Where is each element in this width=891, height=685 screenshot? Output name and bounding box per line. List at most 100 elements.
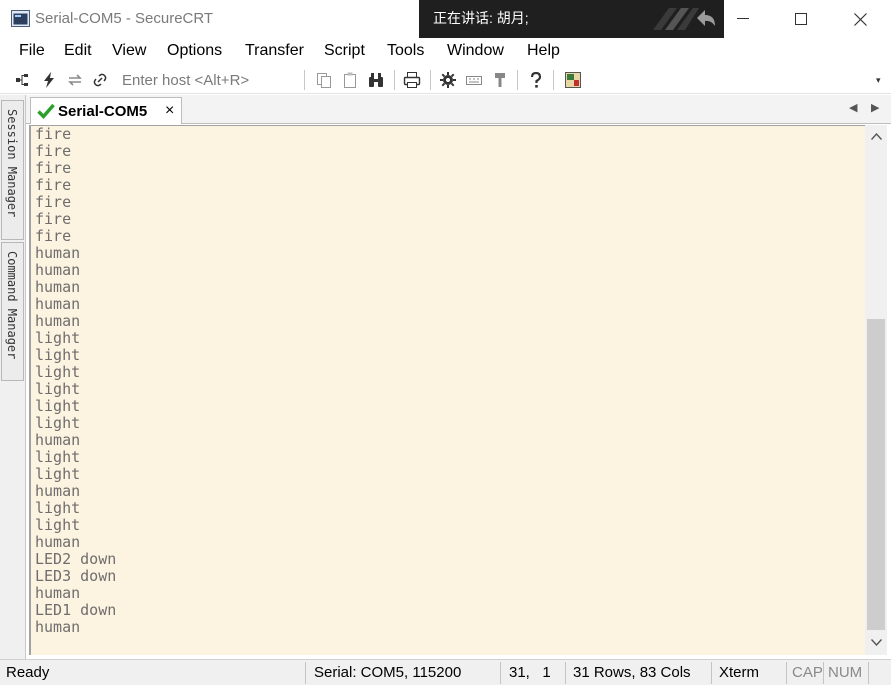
- status-num-lock: NUM: [828, 664, 863, 681]
- terminal-lines: fire fire fire fire fire fire fire human human hu…: [35, 126, 116, 636]
- reconnect-icon[interactable]: [66, 71, 84, 89]
- tab-close-button[interactable]: ×: [165, 102, 174, 120]
- securefx-icon[interactable]: [564, 71, 582, 89]
- connected-check-icon: [37, 103, 55, 119]
- vertical-scrollbar[interactable]: [865, 125, 887, 655]
- session-manager-label: Session Manager: [5, 109, 19, 218]
- tab-scroll-left-icon[interactable]: ◀: [849, 101, 857, 114]
- terminal-line: light: [35, 397, 81, 415]
- keymap-keyboard-icon[interactable]: [465, 71, 483, 89]
- menu-view[interactable]: View: [112, 42, 146, 60]
- title-bar: Serial-COM5 - SecureCRT 正在讲话: 胡月;: [0, 0, 891, 38]
- connect-tree-icon[interactable]: [14, 71, 32, 89]
- terminal-line: LED1 down: [35, 601, 117, 619]
- terminal-line: human: [35, 584, 81, 602]
- terminal-line: human: [35, 618, 81, 636]
- status-caps-lock: CAP: [792, 664, 823, 681]
- toolbar-divider: [517, 70, 518, 90]
- menu-window[interactable]: Window: [447, 42, 504, 60]
- terminal-line: fire: [35, 125, 72, 143]
- close-icon: [853, 12, 867, 26]
- status-divider: [500, 662, 501, 684]
- menu-transfer[interactable]: Transfer: [245, 42, 304, 60]
- session-manager-tab[interactable]: Session Manager: [1, 100, 24, 240]
- terminal-line: light: [35, 516, 81, 534]
- terminal-line: human: [35, 312, 81, 330]
- maximize-icon: [795, 13, 807, 25]
- terminal-line: light: [35, 329, 81, 347]
- status-connection: Serial: COM5, 115200: [314, 664, 462, 681]
- enter-host-input[interactable]: [116, 69, 300, 91]
- tab-label: Serial-COM5: [58, 103, 148, 120]
- status-divider: [711, 662, 712, 684]
- terminal-line: human: [35, 533, 81, 551]
- scrollbar-thumb[interactable]: [867, 319, 885, 630]
- chevron-down-icon: [870, 638, 882, 646]
- menu-tools[interactable]: Tools: [387, 42, 424, 60]
- menu-file[interactable]: File: [19, 42, 45, 60]
- status-divider: [786, 662, 787, 684]
- paste-icon[interactable]: [341, 71, 359, 89]
- menu-script[interactable]: Script: [324, 42, 365, 60]
- minimize-button[interactable]: [714, 0, 772, 38]
- status-divider: [565, 662, 566, 684]
- close-window-button[interactable]: [831, 0, 889, 38]
- terminal-line: fire: [35, 159, 72, 177]
- menu-options[interactable]: Options: [167, 42, 222, 60]
- toolbar-divider: [394, 70, 395, 90]
- terminal-line: light: [35, 465, 81, 483]
- toolbar-divider: [553, 70, 554, 90]
- tab-serial-com5[interactable]: Serial-COM5 ×: [30, 97, 182, 124]
- maximize-button[interactable]: [772, 0, 830, 38]
- minimize-icon: [737, 18, 749, 19]
- command-manager-tab[interactable]: Command Manager: [1, 242, 24, 381]
- status-divider: [868, 662, 869, 684]
- terminal-line: human: [35, 244, 81, 262]
- terminal-line: fire: [35, 176, 72, 194]
- terminal-line: human: [35, 431, 81, 449]
- command-manager-label: Command Manager: [5, 251, 19, 360]
- status-ready: Ready: [6, 664, 50, 681]
- link-icon[interactable]: [91, 71, 109, 89]
- terminal-line: light: [35, 499, 81, 517]
- copy-icon[interactable]: [315, 71, 333, 89]
- toolbar-divider: [430, 70, 431, 90]
- terminal-line: LED3 down: [35, 567, 117, 585]
- quick-connect-lightning-icon[interactable]: [40, 71, 58, 89]
- sftp-stamp-icon[interactable]: [491, 71, 509, 89]
- status-divider: [823, 662, 824, 684]
- status-cursor-position: 31, 1: [509, 664, 551, 681]
- settings-gear-icon[interactable]: [439, 71, 457, 89]
- terminal-line: human: [35, 295, 81, 313]
- speaking-text: 正在讲话: 胡月;: [433, 10, 529, 26]
- window-title: Serial-COM5 - SecureCRT: [35, 10, 214, 27]
- terminal-line: human: [35, 261, 81, 279]
- status-terminal-size: 31 Rows, 83 Cols: [573, 664, 691, 681]
- terminal-line: light: [35, 346, 81, 364]
- menu-help[interactable]: Help: [527, 42, 560, 60]
- scroll-down-button[interactable]: [865, 631, 887, 653]
- terminal-line: light: [35, 363, 81, 381]
- terminal-line: fire: [35, 193, 72, 211]
- toolbar-overflow-chevron-icon[interactable]: ▾: [876, 75, 881, 86]
- terminal-line: light: [35, 380, 81, 398]
- help-question-icon[interactable]: [527, 71, 545, 89]
- toolbar: ▾: [0, 66, 891, 94]
- terminal-line: light: [35, 414, 81, 432]
- status-bar: Ready Serial: COM5, 115200 31, 1 31 Rows…: [0, 659, 891, 685]
- speaking-overlay: 正在讲话: 胡月;: [419, 0, 724, 38]
- find-binoculars-icon[interactable]: [367, 71, 385, 89]
- terminal-output[interactable]: fire fire fire fire fire fire fire human human hu…: [29, 125, 865, 655]
- menu-edit[interactable]: Edit: [64, 42, 92, 60]
- terminal-line: LED2 down: [35, 550, 117, 568]
- speaker-logo-icon: [653, 8, 715, 30]
- chevron-up-icon: [870, 132, 882, 140]
- side-panel: Session Manager Command Manager: [0, 95, 26, 660]
- toolbar-divider: [304, 70, 305, 90]
- terminal-line: fire: [35, 142, 72, 160]
- securecrt-app-icon: [11, 10, 30, 27]
- print-icon[interactable]: [403, 71, 421, 89]
- scroll-up-button[interactable]: [865, 125, 887, 147]
- tab-scroll-right-icon[interactable]: ▶: [871, 101, 879, 114]
- terminal-line: human: [35, 482, 81, 500]
